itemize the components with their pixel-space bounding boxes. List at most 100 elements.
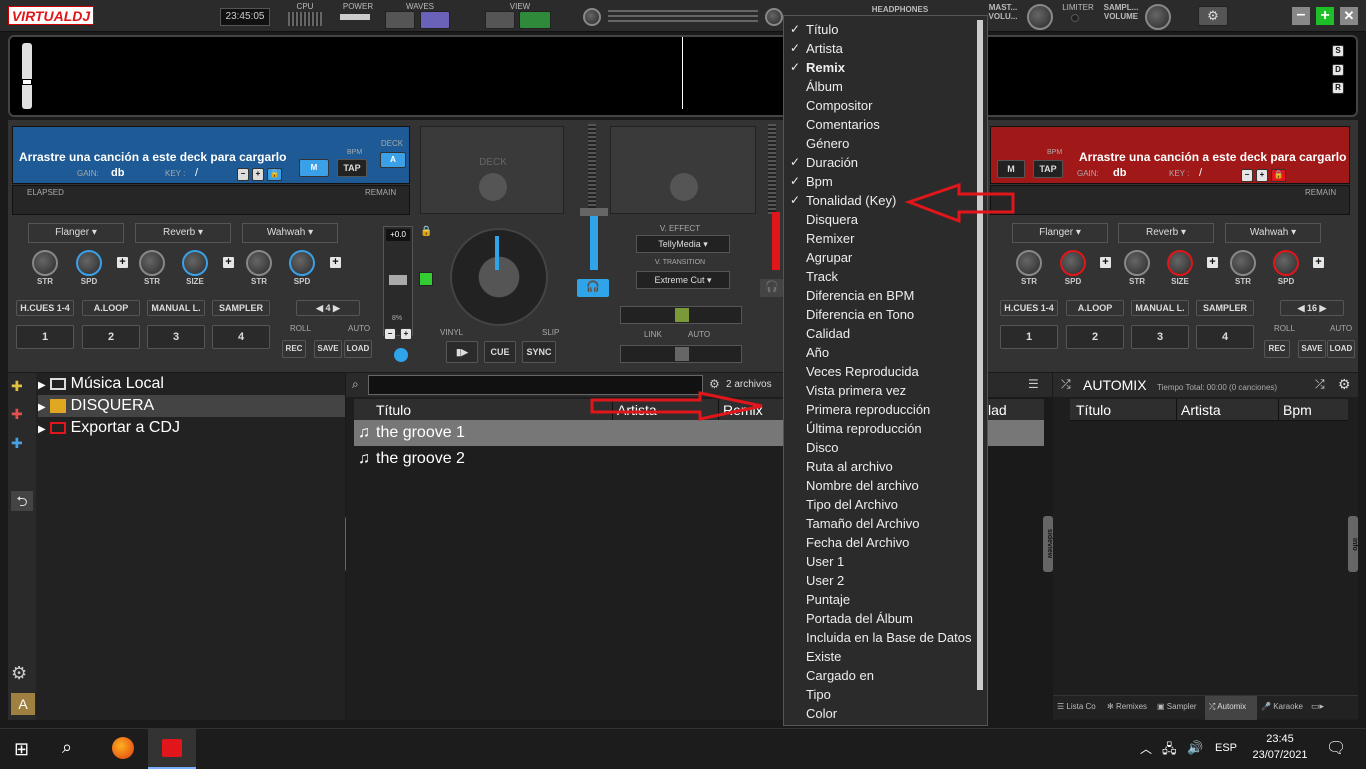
menu-item[interactable]: ✓ Título	[784, 20, 974, 39]
taskbar-virtualdj[interactable]	[148, 729, 196, 769]
notifications-icon[interactable]: 🗨	[1326, 738, 1346, 758]
info-tab[interactable]: info	[1348, 516, 1358, 572]
pad-mode-aloop[interactable]: A.LOOP	[82, 300, 140, 316]
pad-mode-aloop-right[interactable]: A.LOOP	[1066, 300, 1124, 316]
menu-item[interactable]: Disco	[784, 438, 974, 457]
tab-automix[interactable]: ⤮ Automix	[1205, 696, 1257, 720]
pitch-plus[interactable]: +	[400, 328, 412, 340]
side-button-r[interactable]: R	[1332, 82, 1344, 94]
menu-item[interactable]: Calidad	[784, 324, 974, 343]
menu-item[interactable]: Remixer	[784, 229, 974, 248]
menu-item[interactable]: ✓ Duración	[784, 153, 974, 172]
tab-sampler[interactable]: ▣ Sampler	[1157, 702, 1197, 711]
maximize-button[interactable]: +	[1316, 7, 1334, 25]
pad-3[interactable]: 3	[147, 325, 205, 349]
fx-plus-button[interactable]: +	[1099, 256, 1112, 269]
pad-mode-sampler[interactable]: SAMPLER	[212, 300, 270, 316]
automix-gear-icon[interactable]: ⚙	[1338, 376, 1351, 393]
taskbar-search-icon[interactable]: ⌕	[62, 737, 72, 758]
pitch-minus[interactable]: −	[384, 328, 396, 340]
pad-mode-hotcues[interactable]: H.CUES 1-4	[16, 300, 74, 316]
automix-col-artista[interactable]: Artista	[1176, 399, 1221, 421]
fx-knob-l2[interactable]	[76, 250, 102, 276]
zoom-slider[interactable]	[22, 43, 32, 109]
deck-left-info[interactable]: Arrastre una canción a este deck para ca…	[12, 126, 410, 184]
pad-mode-hotcues-right[interactable]: H.CUES 1-4	[1000, 300, 1058, 316]
taskbar-date[interactable]: 23/07/2021	[1245, 749, 1315, 761]
menu-item[interactable]: Primera reproducción	[784, 400, 974, 419]
fx-left-3-select[interactable]: Wahwah ▾	[242, 223, 338, 243]
master-m-button-right[interactable]: M	[997, 160, 1025, 178]
video-view-icon[interactable]	[519, 11, 551, 29]
menu-item[interactable]: Género	[784, 134, 974, 153]
menu-item[interactable]: Existe	[784, 647, 974, 666]
pad-mode-manual[interactable]: MANUAL L.	[147, 300, 205, 316]
key-lock-icon[interactable]: 🔒	[267, 168, 282, 181]
minimize-button[interactable]: –	[1292, 7, 1310, 25]
tap-button-right[interactable]: TAP	[1033, 160, 1063, 178]
search-options-gear-icon[interactable]: ⚙	[709, 377, 720, 391]
browser-settings-gear-icon[interactable]: ⚙	[11, 663, 33, 685]
expand-arrow-icon[interactable]: ▶	[38, 402, 46, 413]
load-button[interactable]: LOAD	[344, 340, 372, 358]
zoom-slider-handle[interactable]	[22, 79, 32, 85]
fx-plus-button[interactable]: +	[329, 256, 342, 269]
loop-size-selector[interactable]: ◀ 4 ▶	[296, 300, 360, 316]
power-plug-icon[interactable]	[340, 14, 370, 20]
key-minus-button-right[interactable]: −	[1241, 169, 1253, 182]
tab-karaoke[interactable]: 🎤 Karaoke	[1261, 702, 1303, 711]
video-crossfader[interactable]	[620, 306, 742, 324]
key-lock-icon-right[interactable]: 🔒	[1271, 169, 1286, 182]
automix-letter-icon[interactable]: A	[11, 693, 35, 715]
menu-item[interactable]: Tipo	[784, 685, 974, 704]
table-row[interactable]: ♫ the groove 1	[354, 420, 786, 446]
menu-item[interactable]: Última reproducción	[784, 419, 974, 438]
menu-item[interactable]: ✓ Artista	[784, 39, 974, 58]
menu-item[interactable]: Álbum	[784, 77, 974, 96]
add-folder-icon[interactable]: ✚	[11, 378, 33, 398]
menu-item[interactable]: Track	[784, 267, 974, 286]
menu-item[interactable]: Comentarios	[784, 115, 974, 134]
key-plus-button[interactable]: +	[252, 168, 264, 181]
headphone-cue-right-icon[interactable]: 🎧	[760, 279, 784, 297]
fx-right-2-select[interactable]: Reverb ▾	[1118, 223, 1214, 243]
side-button-s[interactable]: S	[1332, 45, 1344, 57]
menu-item[interactable]: Fecha del Archivo	[784, 533, 974, 552]
fx-knob-r1[interactable]	[1016, 250, 1042, 276]
menu-item[interactable]: Nombre del archivo	[784, 476, 974, 495]
menu-item[interactable]: Cargado en	[784, 666, 974, 685]
pitch-lock-icon[interactable]: 🔒	[420, 226, 434, 240]
add-filter-icon[interactable]: ✚	[11, 406, 33, 426]
fx-plus-button[interactable]: +	[116, 256, 129, 269]
wave-mode-2-button[interactable]	[420, 11, 450, 29]
rec-button[interactable]: REC	[282, 340, 306, 358]
pad-mode-manual-right[interactable]: MANUAL L.	[1131, 300, 1189, 316]
menu-item[interactable]: User 1	[784, 552, 974, 571]
pad-2[interactable]: 2	[82, 325, 140, 349]
loop-size-selector-right[interactable]: ◀ 16 ▶	[1280, 300, 1344, 316]
master-volume-knob[interactable]	[1027, 4, 1053, 30]
menu-item[interactable]: Ruta al archivo	[784, 457, 974, 476]
tab-lista-co[interactable]: ☰ Lista Co	[1057, 702, 1096, 711]
cue-button[interactable]: CUE	[484, 341, 516, 363]
list-view-icon[interactable]: ☰	[1028, 377, 1039, 391]
volume-icon[interactable]: 🔊	[1187, 740, 1203, 756]
menu-item[interactable]: Tipo del Archivo	[784, 495, 974, 514]
save-button[interactable]: SAVE	[314, 340, 342, 358]
col-titulo[interactable]: Título	[376, 399, 411, 421]
waveform-display[interactable]: S D R	[8, 35, 1358, 117]
automix-list-header[interactable]: Título Artista Bpm	[1070, 399, 1348, 421]
pad-2-right[interactable]: 2	[1066, 325, 1124, 349]
back-icon[interactable]: ⮌	[11, 491, 33, 511]
fx-knob-l1[interactable]	[32, 250, 58, 276]
menu-scrollbar[interactable]	[977, 20, 983, 690]
network-icon[interactable]: 🖧	[1162, 740, 1177, 762]
deck-letter-a[interactable]: A	[380, 152, 406, 168]
menu-item[interactable]: Puntaje	[784, 590, 974, 609]
headphone-knob[interactable]	[765, 8, 783, 26]
fx-knob-l6[interactable]	[289, 250, 315, 276]
tree-item-musica-local[interactable]: ▶ Música Local	[38, 373, 345, 395]
audio-crossfader[interactable]	[620, 345, 742, 363]
settings-gear-icon[interactable]: ⚙	[1198, 6, 1228, 26]
deck-left-progress[interactable]: ELAPSED REMAIN	[12, 185, 410, 215]
